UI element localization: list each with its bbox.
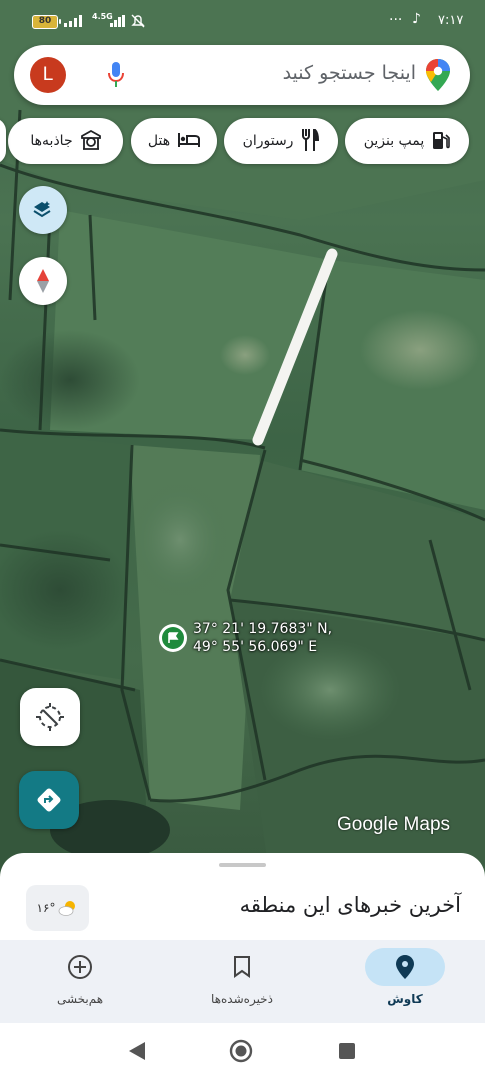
weather-temperature: ۱۶° — [36, 901, 56, 915]
pin-longitude: 49° 55' 56.069" E — [193, 639, 318, 655]
recents-icon[interactable] — [339, 1043, 355, 1059]
gas-station-icon — [432, 130, 451, 153]
add-circle-icon — [68, 955, 92, 979]
nav-contribute-indicator — [40, 948, 120, 986]
chip-gas-station-label: پمپ بنزین — [363, 133, 425, 149]
more-notifications-icon: ··· — [389, 12, 403, 28]
chip-restaurant[interactable]: رستوران — [224, 118, 338, 164]
account-avatar[interactable]: L — [30, 57, 66, 93]
signal-icon — [64, 15, 82, 27]
chip-restaurant-label: رستوران — [242, 133, 294, 149]
nav-explore[interactable]: کاوش — [345, 940, 465, 1023]
compass-icon — [37, 269, 49, 293]
microphone-icon[interactable] — [108, 62, 124, 88]
sheet-drag-handle[interactable] — [219, 863, 266, 867]
tiktok-icon: ♪ — [412, 11, 421, 27]
clock: ۷:۱۷ — [438, 13, 464, 28]
partly-cloudy-icon — [59, 901, 76, 916]
fork-knife-icon — [301, 126, 320, 154]
chip-hotel[interactable]: هتل — [131, 118, 217, 164]
nav-explore-indicator — [365, 948, 445, 986]
home-icon[interactable] — [229, 1039, 253, 1063]
system-navigation-bar — [0, 1023, 485, 1080]
nav-saved-label: ذخیره‌شده‌ها — [211, 992, 273, 1006]
explore-pin-icon — [396, 955, 414, 979]
bed-icon — [178, 132, 201, 151]
nav-explore-label: کاوش — [387, 992, 423, 1006]
chip-attractions-label: جاذبه‌ها — [30, 133, 73, 149]
weather-chip[interactable]: ۱۶° — [26, 885, 89, 931]
directions-button[interactable] — [19, 771, 79, 829]
google-maps-watermark: Google Maps — [337, 814, 451, 835]
bottom-sheet[interactable]: ۱۶° آخرین خبرهای این منطقه — [0, 853, 485, 953]
pin-latitude: 37° 21' 19.7683" N, — [193, 621, 333, 637]
location-off-icon — [36, 703, 64, 731]
nav-saved[interactable]: ذخیره‌شده‌ها — [182, 940, 302, 1023]
google-maps-pin-icon — [426, 59, 450, 91]
battery-level: 80 — [38, 16, 52, 26]
bookmark-icon — [234, 956, 250, 978]
chip-hotel-label: هتل — [147, 133, 171, 149]
search-input[interactable]: اینجا جستجو کنید — [283, 62, 416, 84]
nav-contribute-label: هم‌بخشی — [56, 992, 104, 1006]
flag-icon[interactable] — [159, 624, 187, 652]
chip-attractions[interactable]: جاذبه‌ها — [8, 118, 123, 164]
nav-contribute[interactable]: هم‌بخشی — [20, 940, 140, 1023]
pin-coordinates: 37° 21' 19.7683" N, 49° 55' 56.069" E — [193, 620, 332, 656]
attraction-icon — [80, 129, 101, 153]
search-bar[interactable]: L اینجا جستجو کنید — [14, 45, 470, 105]
my-location-button[interactable] — [20, 688, 80, 746]
sheet-title: آخرین خبرهای این منطقه — [239, 893, 461, 917]
notification-off-icon — [131, 14, 145, 28]
signal-2-icon — [110, 15, 125, 27]
layers-icon — [33, 201, 51, 218]
nav-saved-indicator — [202, 948, 282, 986]
battery-icon: 80 — [32, 15, 61, 29]
bottom-navigation: کاوش ذخیره‌شده‌ها هم‌بخشی — [0, 940, 485, 1023]
directions-icon — [37, 788, 61, 812]
layers-button[interactable] — [19, 186, 67, 234]
compass-button[interactable] — [19, 257, 67, 305]
chip-gas-station[interactable]: پمپ بنزین — [345, 118, 469, 164]
status-bar: 80 4.5G ··· ♪ ۷:۱۷ — [0, 0, 485, 44]
back-icon[interactable] — [128, 1041, 146, 1061]
